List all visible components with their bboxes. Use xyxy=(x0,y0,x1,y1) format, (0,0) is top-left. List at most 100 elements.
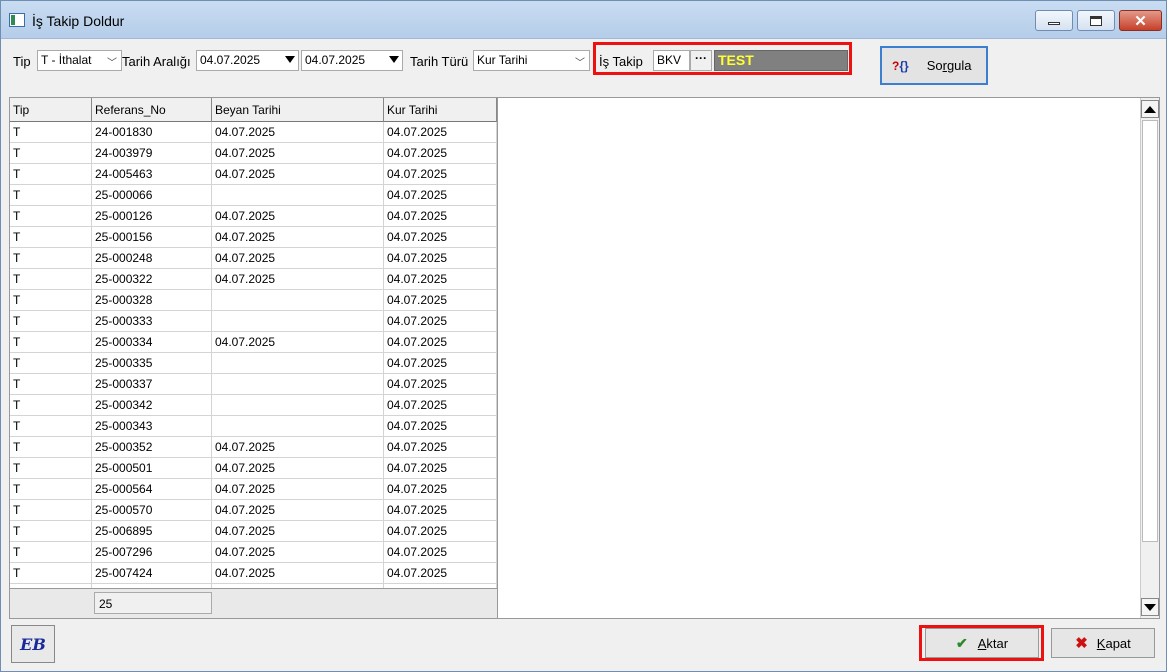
dropdown-arrow-icon[interactable] xyxy=(285,56,295,63)
table-cell: 04.07.2025 xyxy=(384,479,497,500)
grid-body: T 24-001830 04.07.2025 04.07.2025 T 24-003979… xyxy=(10,122,497,605)
table-row[interactable]: T 25-000066 04.07.2025 xyxy=(10,185,497,206)
table-cell: 04.07.2025 xyxy=(212,479,384,500)
table-cell xyxy=(212,353,384,374)
table-cell: 04.07.2025 xyxy=(384,332,497,353)
table-cell: T xyxy=(10,563,92,584)
table-row[interactable]: T 24-001830 04.07.2025 04.07.2025 xyxy=(10,122,497,143)
table-row[interactable]: T 25-000337 04.07.2025 xyxy=(10,374,497,395)
is-takip-lookup-button[interactable]: ··· xyxy=(690,50,712,71)
table-row[interactable]: T 25-000334 04.07.2025 04.07.2025 xyxy=(10,332,497,353)
table-row[interactable]: T 25-000342 04.07.2025 xyxy=(10,395,497,416)
results-area: Tip Referans_No Beyan Tarihi Kur Tarihi … xyxy=(9,97,1160,619)
table-cell: 04.07.2025 xyxy=(212,563,384,584)
table-cell: 04.07.2025 xyxy=(384,185,497,206)
table-cell: T xyxy=(10,458,92,479)
column-header-referans-no[interactable]: Referans_No xyxy=(92,98,212,122)
table-cell: 04.07.2025 xyxy=(384,458,497,479)
sorgula-button[interactable]: ?{} Sorgula xyxy=(880,46,988,85)
date-from-input[interactable]: 04.07.2025 xyxy=(196,50,299,71)
table-row[interactable]: T 24-005463 04.07.2025 04.07.2025 xyxy=(10,164,497,185)
table-cell xyxy=(212,290,384,311)
table-row[interactable]: T 25-000328 04.07.2025 xyxy=(10,290,497,311)
table-row[interactable]: T 25-000126 04.07.2025 04.07.2025 xyxy=(10,206,497,227)
minimize-button[interactable] xyxy=(1035,10,1073,31)
table-cell: 04.07.2025 xyxy=(212,227,384,248)
table-cell: 04.07.2025 xyxy=(212,437,384,458)
close-window-button[interactable]: ✕ xyxy=(1119,10,1162,31)
table-cell: 04.07.2025 xyxy=(212,521,384,542)
table-cell: 25-000334 xyxy=(92,332,212,353)
tarih-turu-combo[interactable]: Kur Tarihi ﹀ xyxy=(473,50,590,71)
close-icon: ✕ xyxy=(1134,12,1147,30)
results-grid[interactable]: Tip Referans_No Beyan Tarihi Kur Tarihi … xyxy=(10,98,498,618)
scroll-down-button[interactable] xyxy=(1141,598,1159,616)
table-cell: 25-000570 xyxy=(92,500,212,521)
table-row[interactable]: T 25-007424 04.07.2025 04.07.2025 xyxy=(10,563,497,584)
table-cell: 04.07.2025 xyxy=(384,248,497,269)
chevron-down-icon: ﹀ xyxy=(575,58,585,69)
scroll-thumb[interactable] xyxy=(1142,120,1158,542)
table-row[interactable]: T 24-003979 04.07.2025 04.07.2025 xyxy=(10,143,497,164)
table-cell: 04.07.2025 xyxy=(384,269,497,290)
table-row[interactable]: T 25-000570 04.07.2025 04.07.2025 xyxy=(10,500,497,521)
table-cell: 04.07.2025 xyxy=(384,395,497,416)
table-row[interactable]: T 25-000564 04.07.2025 04.07.2025 xyxy=(10,479,497,500)
table-cell: T xyxy=(10,395,92,416)
dropdown-arrow-icon[interactable] xyxy=(389,56,399,63)
table-row[interactable]: T 25-000322 04.07.2025 04.07.2025 xyxy=(10,269,497,290)
kapat-button[interactable]: ✖ Kapat xyxy=(1051,628,1155,658)
table-cell: 25-000564 xyxy=(92,479,212,500)
table-cell: 04.07.2025 xyxy=(384,353,497,374)
table-row[interactable]: T 25-006895 04.07.2025 04.07.2025 xyxy=(10,521,497,542)
vertical-scrollbar[interactable] xyxy=(1140,98,1159,618)
kapat-label: Kapat xyxy=(1096,635,1131,651)
table-row[interactable]: T 25-000156 04.07.2025 04.07.2025 xyxy=(10,227,497,248)
table-row[interactable]: T 25-000335 04.07.2025 xyxy=(10,353,497,374)
table-cell: T xyxy=(10,416,92,437)
table-cell: 25-006895 xyxy=(92,521,212,542)
table-cell: 04.07.2025 xyxy=(384,542,497,563)
date-to-input[interactable]: 04.07.2025 xyxy=(301,50,403,71)
is-takip-label: İş Takip xyxy=(599,54,643,69)
table-cell: T xyxy=(10,206,92,227)
table-cell: T xyxy=(10,122,92,143)
scroll-up-button[interactable] xyxy=(1141,100,1159,118)
table-cell xyxy=(212,185,384,206)
date-to-value: 04.07.2025 xyxy=(305,53,366,67)
table-cell: 25-000156 xyxy=(92,227,212,248)
table-row[interactable]: T 25-000248 04.07.2025 04.07.2025 xyxy=(10,248,497,269)
column-header-beyan-tarihi[interactable]: Beyan Tarihi xyxy=(212,98,384,122)
table-cell: 25-000066 xyxy=(92,185,212,206)
table-cell: 04.07.2025 xyxy=(384,227,497,248)
table-cell: 04.07.2025 xyxy=(384,290,497,311)
table-row[interactable]: T 25-000343 04.07.2025 xyxy=(10,416,497,437)
table-row[interactable]: T 25-007296 04.07.2025 04.07.2025 xyxy=(10,542,497,563)
maximize-button[interactable] xyxy=(1077,10,1115,31)
column-header-tip[interactable]: Tip xyxy=(10,98,92,122)
table-cell: 25-000248 xyxy=(92,248,212,269)
table-row[interactable]: T 25-000501 04.07.2025 04.07.2025 xyxy=(10,458,497,479)
grid-footer: 25 xyxy=(10,588,497,618)
tarih-araligi-label: Tarih Aralığı xyxy=(122,54,191,69)
table-cell: T xyxy=(10,185,92,206)
title-bar[interactable]: İş Takip Doldur ✕ xyxy=(1,1,1166,39)
table-row[interactable]: T 25-000352 04.07.2025 04.07.2025 xyxy=(10,437,497,458)
table-cell: 25-000337 xyxy=(92,374,212,395)
table-cell: 04.07.2025 xyxy=(212,458,384,479)
table-cell: 04.07.2025 xyxy=(212,500,384,521)
is-takip-code-input[interactable]: BKV xyxy=(653,50,690,71)
table-cell: 25-000343 xyxy=(92,416,212,437)
eb-logo-button[interactable]: EB xyxy=(11,625,55,663)
column-header-kur-tarihi[interactable]: Kur Tarihi xyxy=(384,98,497,122)
eb-logo-icon: EB xyxy=(20,634,46,654)
table-cell: 24-001830 xyxy=(92,122,212,143)
tip-combo[interactable]: T - İthalat ﹀ xyxy=(37,50,122,71)
table-cell: 04.07.2025 xyxy=(384,206,497,227)
table-cell: 04.07.2025 xyxy=(384,437,497,458)
table-row[interactable]: T 25-000333 04.07.2025 xyxy=(10,311,497,332)
date-from-value: 04.07.2025 xyxy=(200,53,261,67)
table-cell: 04.07.2025 xyxy=(384,311,497,332)
is-takip-name-field: TEST xyxy=(714,50,848,71)
table-cell: 04.07.2025 xyxy=(384,374,497,395)
